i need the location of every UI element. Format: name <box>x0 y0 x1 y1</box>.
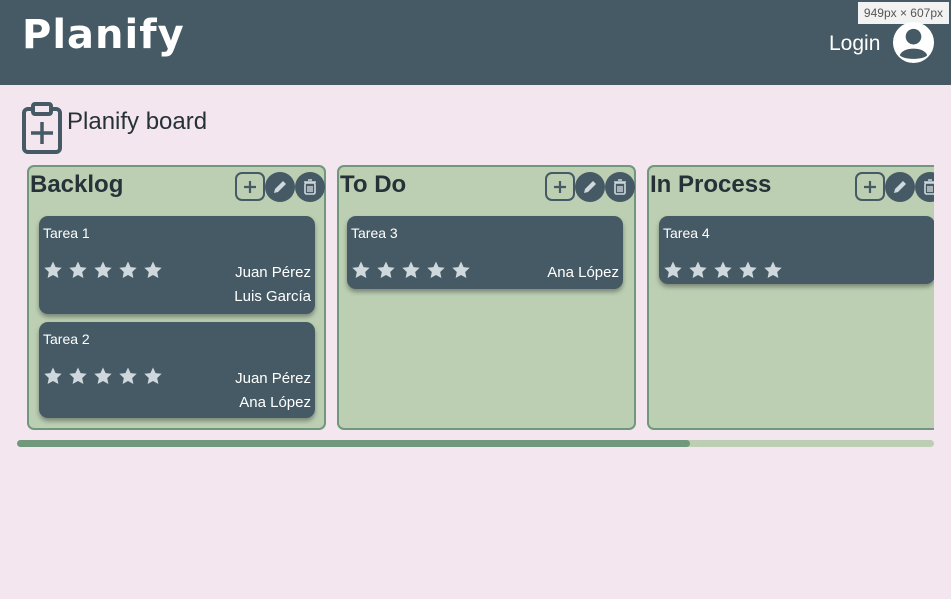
pencil-icon <box>584 181 596 193</box>
column-in-process: In Process Tarea 4 <box>647 165 934 430</box>
task-card[interactable]: Tarea 4 <box>659 216 934 284</box>
star-icon[interactable] <box>376 260 396 280</box>
star-icon[interactable] <box>451 260 471 280</box>
add-task-button[interactable] <box>855 172 885 201</box>
scrollbar-thumb[interactable] <box>17 440 690 447</box>
user-circle-icon[interactable] <box>892 21 935 64</box>
rating-stars[interactable] <box>351 260 471 280</box>
star-icon[interactable] <box>68 366 88 386</box>
edit-column-button[interactable] <box>575 172 605 202</box>
star-icon[interactable] <box>93 260 113 280</box>
rating-stars[interactable] <box>663 260 783 280</box>
pencil-icon <box>894 181 906 193</box>
horizontal-scrollbar[interactable] <box>17 440 934 447</box>
trash-icon <box>304 179 316 195</box>
column-title: To Do <box>340 171 407 198</box>
task-assignee: Ana López <box>547 264 619 281</box>
star-icon[interactable] <box>763 260 783 280</box>
star-icon[interactable] <box>426 260 446 280</box>
login-link[interactable]: Login <box>829 32 880 56</box>
star-icon[interactable] <box>68 260 88 280</box>
star-icon[interactable] <box>738 260 758 280</box>
trash-icon <box>924 179 934 195</box>
task-title: Tarea 2 <box>43 331 90 347</box>
add-task-icon <box>244 180 256 193</box>
delete-column-button[interactable] <box>915 172 934 202</box>
column-title: Backlog <box>30 171 124 198</box>
rating-stars[interactable] <box>43 366 163 386</box>
star-icon[interactable] <box>351 260 371 280</box>
task-assignee: Luis García <box>234 288 311 305</box>
edit-column-button[interactable] <box>265 172 295 202</box>
star-icon[interactable] <box>118 260 138 280</box>
add-task-icon <box>554 180 566 193</box>
column-backlog: Backlog Tarea 1 Juan Pérez Luis García T… <box>27 165 326 430</box>
task-title: Tarea 1 <box>43 225 90 241</box>
delete-column-button[interactable] <box>295 172 325 202</box>
clipboard-plus-icon <box>22 102 62 154</box>
column-title: In Process <box>650 171 772 198</box>
add-task-button[interactable] <box>545 172 575 201</box>
task-assignee: Juan Pérez <box>235 370 311 387</box>
task-card[interactable]: Tarea 2 Juan Pérez Ana López <box>39 322 315 418</box>
task-assignee: Ana López <box>239 394 311 411</box>
board-title: Planify board <box>67 108 208 135</box>
pencil-icon <box>274 181 286 193</box>
task-title: Tarea 4 <box>663 225 710 241</box>
star-icon[interactable] <box>663 260 683 280</box>
task-title: Tarea 3 <box>351 225 398 241</box>
board-columns-scroll-area[interactable]: Backlog Tarea 1 Juan Pérez Luis García T… <box>17 165 934 431</box>
add-task-icon <box>864 180 876 193</box>
edit-column-button[interactable] <box>885 172 915 202</box>
task-card[interactable]: Tarea 3 Ana López <box>347 216 623 289</box>
star-icon[interactable] <box>93 366 113 386</box>
star-icon[interactable] <box>688 260 708 280</box>
star-icon[interactable] <box>401 260 421 280</box>
star-icon[interactable] <box>143 366 163 386</box>
delete-column-button[interactable] <box>605 172 635 202</box>
app-logo[interactable]: Planify <box>22 12 185 58</box>
star-icon[interactable] <box>43 366 63 386</box>
add-task-button[interactable] <box>235 172 265 201</box>
rating-stars[interactable] <box>43 260 163 280</box>
trash-icon <box>614 179 626 195</box>
task-card[interactable]: Tarea 1 Juan Pérez Luis García <box>39 216 315 314</box>
star-icon[interactable] <box>118 366 138 386</box>
task-assignee: Juan Pérez <box>235 264 311 281</box>
star-icon[interactable] <box>713 260 733 280</box>
star-icon[interactable] <box>143 260 163 280</box>
column-to-do: To Do Tarea 3 Ana López <box>337 165 636 430</box>
star-icon[interactable] <box>43 260 63 280</box>
top-navbar: Planify 949px × 607px Login <box>0 0 951 85</box>
